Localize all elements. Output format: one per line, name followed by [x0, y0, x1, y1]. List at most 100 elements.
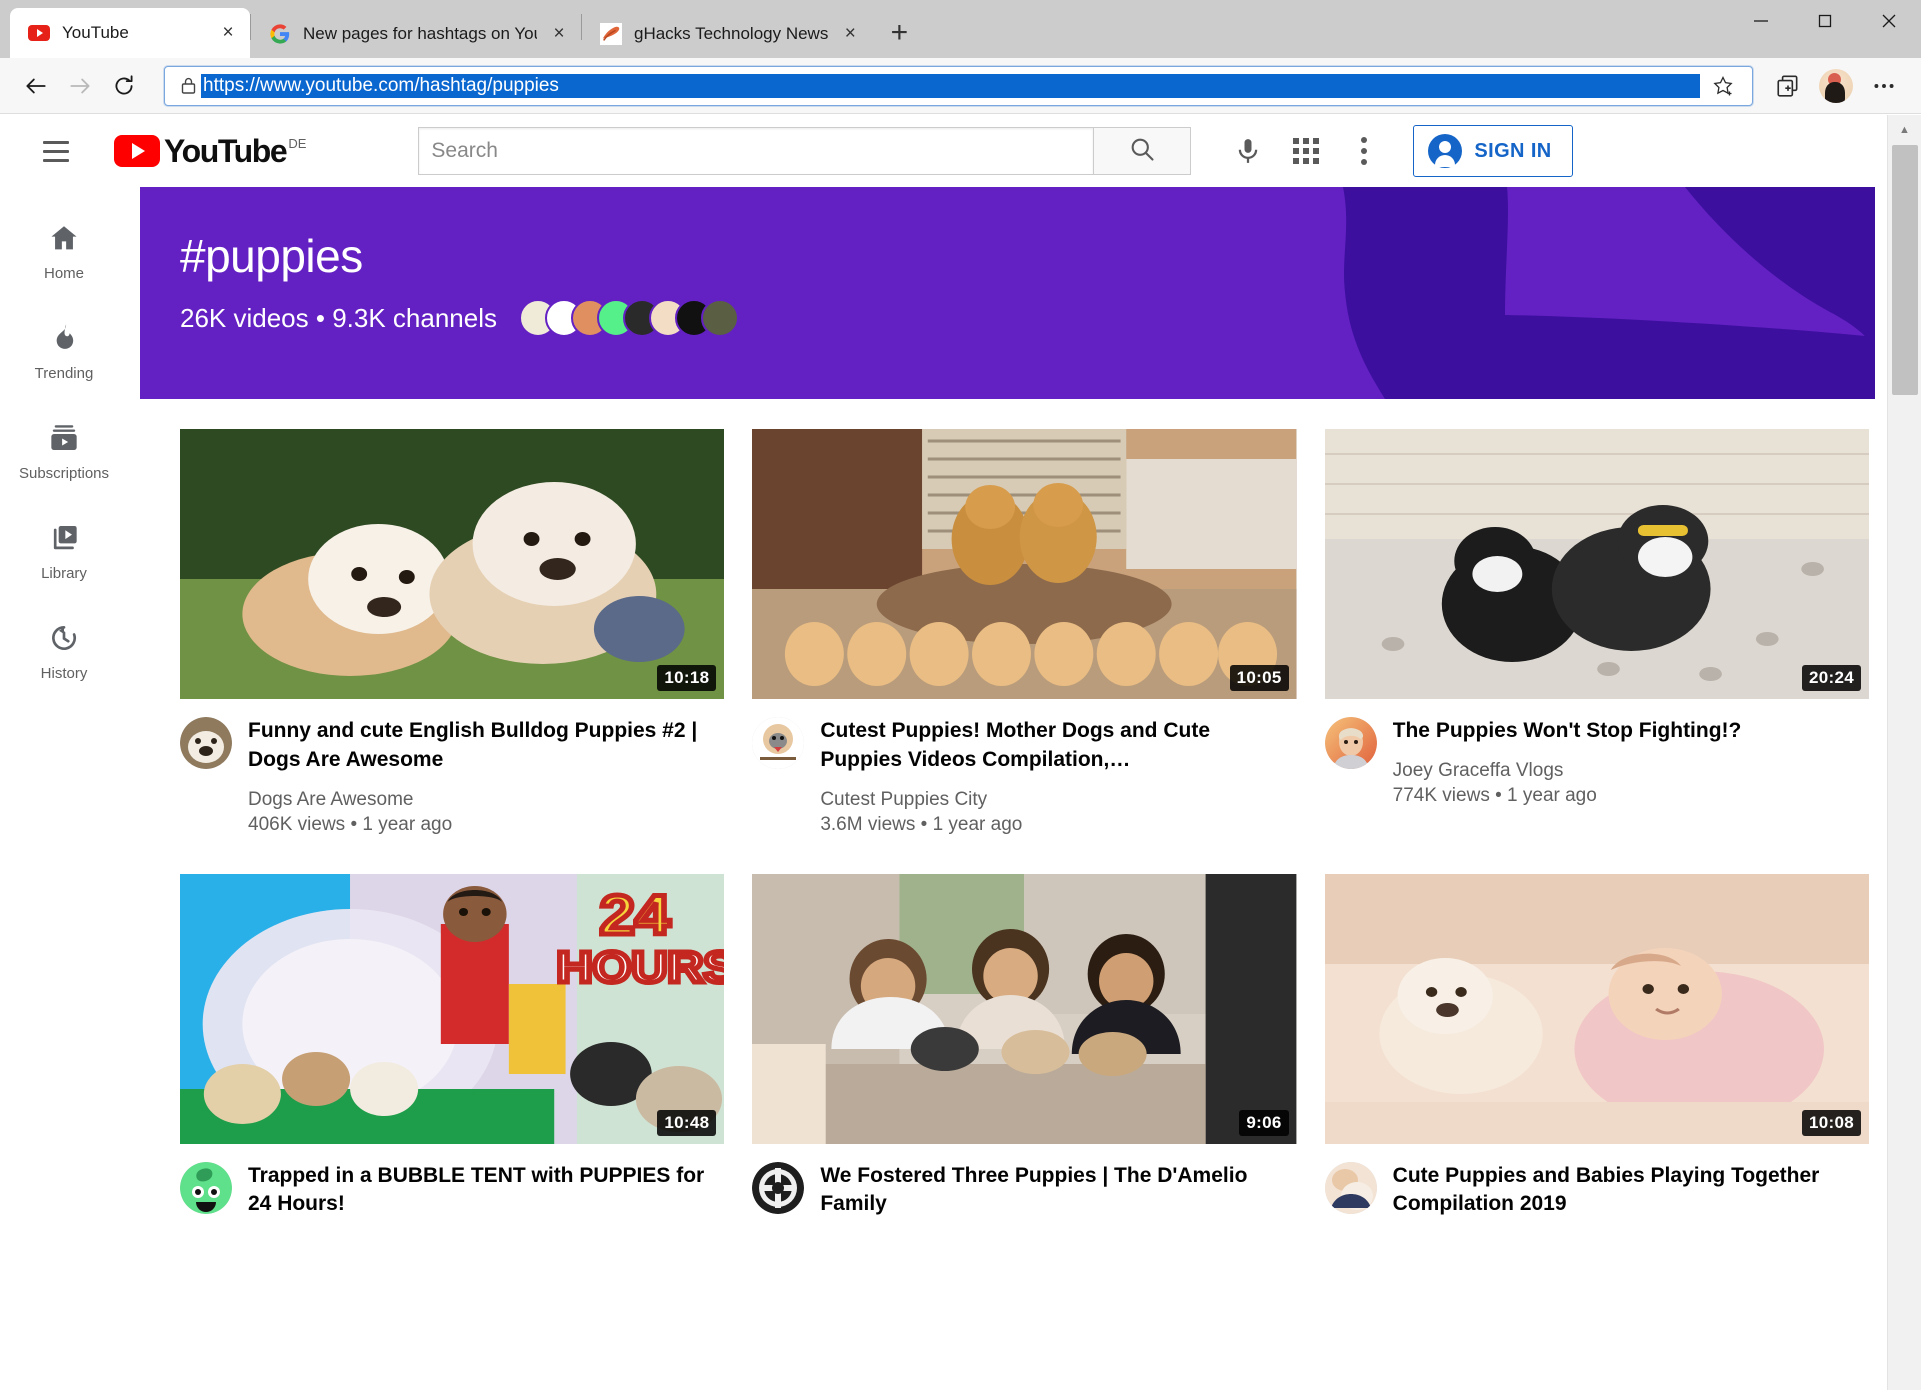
google-icon: [269, 23, 291, 45]
url-text[interactable]: https://www.youtube.com/hashtag/puppies: [201, 73, 1700, 98]
video-title[interactable]: The Puppies Won't Stop Fighting!?: [1393, 717, 1869, 746]
video-title[interactable]: Funny and cute English Bulldog Puppies #…: [248, 717, 724, 775]
channel-avatar-stack: [518, 299, 739, 337]
youtube-wordmark: YouTube: [164, 133, 288, 169]
sidebar-item-home[interactable]: Home: [0, 201, 128, 301]
trending-flame-icon: [48, 321, 80, 355]
video-thumbnail[interactable]: 20:24: [1324, 429, 1869, 699]
avatar[interactable]: [1324, 717, 1377, 769]
avatar[interactable]: [180, 1161, 232, 1214]
video-thumbnail[interactable]: 10:08: [1324, 873, 1869, 1144]
search-input[interactable]: Search: [418, 127, 1094, 175]
close-icon[interactable]: ×: [214, 19, 242, 47]
sidebar-item-trending[interactable]: Trending: [0, 301, 128, 401]
maximize-button[interactable]: [1793, 0, 1857, 42]
browser-tab-hashtag-news[interactable]: New pages for hashtags on YouT ×: [251, 10, 581, 58]
hamburger-menu-icon[interactable]: [28, 123, 84, 179]
scroll-up-arrow-icon[interactable]: ▲: [1888, 115, 1921, 145]
address-bar[interactable]: https://www.youtube.com/hashtag/puppies: [164, 64, 1753, 108]
close-window-button[interactable]: [1857, 0, 1921, 42]
youtube-icon: [28, 22, 50, 44]
home-icon: [48, 221, 80, 255]
channel-avatar-image: [752, 717, 805, 769]
channel-name[interactable]: Cutest Puppies City: [820, 789, 1296, 811]
browser-titlebar: YouTube × New pages for hashtags on YouT…: [0, 0, 1921, 58]
channel-name[interactable]: Joey Graceffa Vlogs: [1393, 760, 1869, 782]
thumbnail-image: [180, 429, 725, 699]
sign-in-label: SIGN IN: [1474, 139, 1552, 162]
video-title[interactable]: Cute Puppies and Babies Playing Together…: [1393, 1162, 1869, 1220]
collections-icon[interactable]: [1765, 64, 1811, 108]
page-scrollbar[interactable]: ▲: [1887, 115, 1921, 1390]
video-duration: 10:18: [657, 665, 717, 691]
minimize-button[interactable]: [1729, 0, 1793, 42]
svg-text:24: 24: [600, 883, 671, 946]
sidebar-item-label: History: [40, 664, 88, 682]
video-thumbnail[interactable]: 9:06: [752, 873, 1297, 1144]
browser-tab-youtube[interactable]: YouTube ×: [10, 8, 250, 58]
sidebar-item-history[interactable]: History: [0, 601, 128, 701]
youtube-country-code: DE: [288, 136, 307, 151]
star-add-icon[interactable]: [1700, 64, 1746, 108]
search-button[interactable]: [1093, 127, 1192, 175]
avatar[interactable]: [752, 1161, 805, 1214]
close-icon[interactable]: ×: [836, 20, 864, 48]
video-card[interactable]: 10:05 Cutest Puppies! Mother Dogs and Cu…: [752, 429, 1297, 836]
back-button[interactable]: [14, 64, 58, 108]
close-icon[interactable]: ×: [545, 20, 573, 48]
microphone-icon[interactable]: [1219, 122, 1277, 180]
browser-tab-ghacks[interactable]: gHacks Technology News ×: [582, 10, 872, 58]
youtube-logo[interactable]: YouTube DE: [114, 135, 306, 167]
tab-title: New pages for hashtags on YouT: [303, 24, 537, 43]
video-thumbnail[interactable]: 10:05: [752, 429, 1297, 699]
video-stats: 3.6M views • 1 year ago: [820, 813, 1023, 835]
channel-avatar-image: [180, 717, 232, 769]
video-card[interactable]: 20:24 The Puppies Won't Stop Fighting!? …: [1324, 429, 1869, 836]
thumbnail-image: [752, 873, 1297, 1144]
sidebar-item-library[interactable]: Library: [0, 501, 128, 601]
video-title[interactable]: We Fostered Three Puppies | The D'Amelio…: [820, 1162, 1296, 1220]
sidebar-item-subscriptions[interactable]: Subscriptions: [0, 401, 128, 501]
tab-title: gHacks Technology News: [634, 24, 829, 43]
channel-avatar-image: [752, 1161, 805, 1214]
new-tab-button[interactable]: +: [878, 12, 920, 54]
video-title[interactable]: Cutest Puppies! Mother Dogs and Cute Pup…: [820, 717, 1296, 775]
lock-icon: [175, 76, 201, 95]
avatar[interactable]: [752, 717, 805, 769]
scrollbar-thumb[interactable]: [1892, 145, 1918, 395]
video-duration: 10:05: [1229, 665, 1289, 691]
video-thumbnail[interactable]: 24 HOURS 10:48: [180, 873, 725, 1144]
search-bar: Search: [418, 127, 1192, 175]
more-vertical-icon[interactable]: [1335, 122, 1393, 180]
page-content: Home Trending Subscriptions Library Hist…: [0, 187, 1887, 1390]
channel-avatar-image: [1324, 717, 1377, 769]
video-text: Cute Puppies and Babies Playing Together…: [1393, 1162, 1869, 1234]
video-grid: 10:18 Funny and cute English Bulldog Pup…: [140, 399, 1887, 1233]
subscriptions-icon: [48, 421, 80, 455]
avatar[interactable]: [180, 717, 232, 769]
video-meta: Funny and cute English Bulldog Puppies #…: [180, 717, 724, 836]
apps-grid-icon[interactable]: [1277, 122, 1335, 180]
video-card[interactable]: 10:18 Funny and cute English Bulldog Pup…: [180, 429, 725, 836]
video-meta: Cute Puppies and Babies Playing Together…: [1324, 1161, 1869, 1234]
account-circle-icon: [1428, 134, 1463, 168]
forward-button[interactable]: [58, 64, 102, 108]
video-title[interactable]: Trapped in a BUBBLE TENT with PUPPIES fo…: [248, 1162, 724, 1220]
video-card[interactable]: 24 HOURS 10:48 Trapped in a BUBBLE TENT …: [180, 873, 725, 1234]
main-column: #puppies 26K videos • 9.3K channels 10:1…: [128, 187, 1887, 1390]
channel-name[interactable]: Dogs Are Awesome: [248, 789, 724, 811]
video-text: We Fostered Three Puppies | The D'Amelio…: [820, 1162, 1296, 1234]
video-card[interactable]: 10:08 Cute Puppies and Babies Playing To…: [1324, 873, 1869, 1234]
sidebar-item-label: Subscriptions: [18, 464, 110, 482]
channel-avatar-image: [180, 1161, 232, 1214]
avatar[interactable]: [1324, 1161, 1377, 1214]
browser-toolbar: https://www.youtube.com/hashtag/puppies: [0, 58, 1921, 114]
sign-in-button[interactable]: SIGN IN: [1413, 125, 1573, 177]
youtube-page: YouTube DE Search SIGN IN Home Trending …: [0, 115, 1887, 1390]
reload-button[interactable]: [102, 64, 146, 108]
tab-title: YouTube: [62, 23, 129, 42]
profile-avatar-icon[interactable]: [1819, 68, 1853, 103]
video-card[interactable]: 9:06 We Fostered Three Puppies | The D'A…: [752, 873, 1297, 1234]
video-thumbnail[interactable]: 10:18: [180, 429, 725, 699]
more-horizontal-icon[interactable]: [1861, 64, 1907, 108]
